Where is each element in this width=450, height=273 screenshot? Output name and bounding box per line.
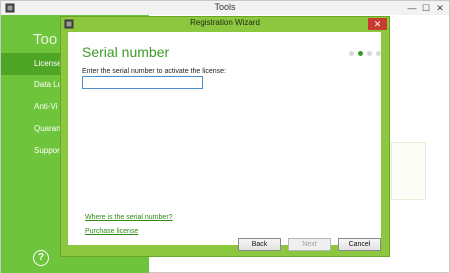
step-dot-1 [349, 51, 354, 56]
back-button[interactable]: Back [238, 238, 281, 251]
step-dot-2 [358, 51, 363, 56]
dialog-titlebar[interactable]: Registration Wizard ✕ [61, 17, 389, 31]
window-titlebar[interactable]: Tools — ☐ ✕ [1, 1, 449, 15]
content-panel [391, 142, 426, 200]
help-icon[interactable]: ? [33, 250, 49, 266]
step-dot-4 [376, 51, 381, 56]
purchase-license-link[interactable]: Purchase license [85, 228, 138, 235]
registration-wizard-dialog: Registration Wizard ✕ Serial number Ente… [60, 16, 390, 257]
serial-number-input[interactable] [82, 76, 203, 89]
dialog-close-button[interactable]: ✕ [368, 18, 387, 30]
close-button[interactable]: ✕ [433, 1, 447, 15]
serial-prompt: Enter the serial number to activate the … [82, 68, 226, 75]
page-title: Serial number [82, 44, 170, 60]
where-serial-link[interactable]: Where is the serial number? [85, 214, 173, 221]
minimize-button[interactable]: — [405, 1, 419, 15]
tools-window: Tools — ☐ ✕ Too License Data Lo Anti-Vi … [0, 0, 450, 273]
cancel-button[interactable]: Cancel [338, 238, 381, 251]
sidebar-title: Too [33, 31, 58, 48]
step-dot-3 [367, 51, 372, 56]
next-button[interactable]: Next [288, 238, 331, 251]
window-title: Tools [214, 2, 236, 12]
dialog-title: Registration Wizard [190, 18, 260, 27]
dialog-body: Serial number Enter the serial number to… [68, 32, 381, 245]
maximize-button[interactable]: ☐ [419, 1, 433, 15]
